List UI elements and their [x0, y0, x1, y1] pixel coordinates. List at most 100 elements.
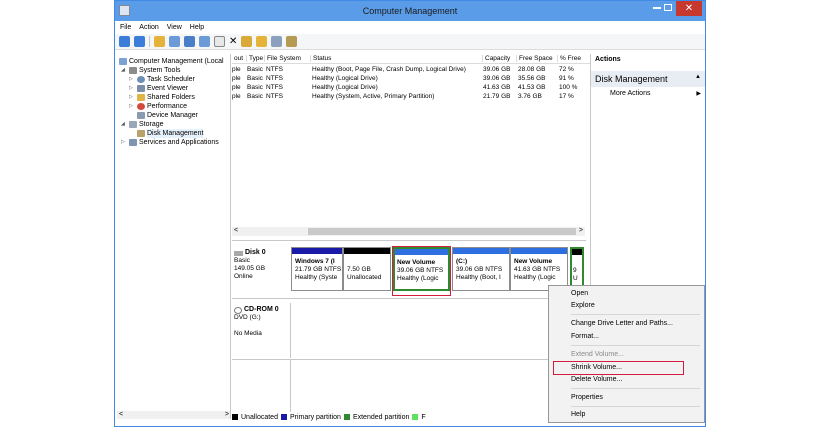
unallocated-bar — [572, 249, 582, 255]
tree-item-event-viewer[interactable]: ▷ Event Viewer — [129, 84, 188, 93]
menu-bar: File Action View Help — [115, 21, 705, 34]
collapsed-arrow-icon[interactable]: ▷ — [129, 84, 135, 93]
menu-file[interactable]: File — [120, 24, 131, 31]
legend-free-space-swatch — [412, 414, 419, 420]
close-button[interactable]: ✕ — [676, 1, 702, 16]
menu-separator — [571, 388, 700, 389]
tree-item-task-scheduler[interactable]: ▷ Task Scheduler — [129, 75, 195, 84]
collapsed-arrow-icon[interactable]: ▷ — [129, 93, 135, 102]
clock-icon — [137, 76, 145, 83]
toolbar-separator — [149, 36, 150, 47]
column-header-layout[interactable]: out — [232, 55, 243, 62]
menu-item-extend-volume[interactable]: Extend Volume... — [571, 349, 624, 360]
tree-item-device-manager[interactable]: Device Manager — [137, 111, 198, 120]
title-bar[interactable]: Computer Management ✕ — [115, 1, 705, 21]
performance-icon — [137, 103, 145, 110]
actions-section-disk-management[interactable]: Disk Management ▲ — [591, 71, 705, 87]
collapse-arrow-icon[interactable]: ▲ — [695, 74, 701, 84]
event-viewer-icon — [137, 85, 145, 92]
minimize-button[interactable] — [653, 7, 661, 9]
menu-item-properties[interactable]: Properties — [571, 392, 603, 403]
disk-properties-icon[interactable] — [286, 36, 298, 47]
cdrom0-label[interactable]: CD-ROM 0 DVD (G:) No Media — [234, 306, 290, 338]
scroll-left-arrow-icon[interactable]: < — [119, 411, 123, 418]
help-icon[interactable] — [184, 36, 195, 47]
check-icon[interactable] — [241, 36, 253, 47]
cdrom-icon — [234, 306, 242, 314]
logical-drive-bar — [511, 248, 567, 254]
expanded-arrow-icon[interactable]: ◢ — [121, 66, 127, 75]
partition-windows7[interactable]: Windows 7 (I 21.79 GB NTFS Healthy (Syste — [291, 247, 343, 291]
column-header-file-system[interactable]: File System — [264, 55, 301, 62]
tree-horizontal-scrollbar[interactable]: < > — [117, 411, 230, 419]
submenu-arrow-icon: ▶ — [696, 91, 701, 97]
tree-item-root[interactable]: Computer Management (Local — [119, 57, 224, 66]
toolbar: ✕ — [115, 34, 705, 50]
scroll-left-arrow-icon[interactable]: < — [234, 227, 238, 234]
column-header-free-space[interactable]: Free Space — [516, 55, 553, 62]
tree-item-services[interactable]: ▷ Services and Applications — [121, 138, 219, 147]
tree-item-performance[interactable]: ▷ Performance — [129, 102, 187, 111]
disk0-label[interactable]: Disk 0 Basic 149.05 GB Online — [234, 249, 290, 281]
column-header-status[interactable]: Status — [310, 55, 331, 62]
partition-unallocated[interactable]: 7.50 GB Unallocated — [343, 247, 391, 291]
disk-divider — [232, 298, 586, 299]
scrollbar-thumb[interactable] — [308, 228, 576, 235]
tree-item-storage[interactable]: ◢ Storage — [121, 120, 164, 129]
menu-item-delete-volume[interactable]: Delete Volume... — [571, 374, 622, 385]
column-header-type[interactable]: Type — [246, 55, 263, 62]
search-icon[interactable] — [271, 36, 283, 47]
legend-primary-swatch — [280, 414, 287, 420]
primary-partition-bar — [292, 248, 342, 254]
document-icon[interactable] — [214, 36, 225, 47]
menu-help[interactable]: Help — [190, 24, 204, 31]
storage-icon — [129, 121, 137, 128]
scroll-right-arrow-icon[interactable]: > — [225, 411, 229, 418]
computer-icon — [119, 58, 127, 65]
menu-item-format[interactable]: Format... — [571, 331, 599, 342]
back-arrow-icon[interactable] — [119, 36, 130, 47]
maximize-button[interactable] — [664, 4, 672, 11]
collapsed-arrow-icon[interactable]: ▷ — [129, 102, 135, 111]
expanded-arrow-icon[interactable]: ◢ — [121, 120, 127, 129]
shared-folder-icon — [137, 94, 145, 101]
disk-management-icon — [137, 130, 145, 137]
unallocated-bar — [344, 248, 390, 254]
menu-item-help[interactable]: Help — [571, 409, 585, 420]
properties-icon[interactable] — [199, 36, 210, 47]
actions-header: Actions — [595, 56, 621, 63]
column-header-capacity[interactable]: Capacity — [482, 55, 510, 62]
context-menu: Open Explore Change Drive Letter and Pat… — [548, 285, 705, 423]
disk-divider — [232, 359, 586, 360]
cdrom-divider — [290, 303, 291, 358]
column-divider — [290, 360, 291, 412]
collapsed-arrow-icon[interactable]: ▷ — [129, 75, 135, 84]
tree-item-shared-folders[interactable]: ▷ Shared Folders — [129, 93, 195, 102]
volume-list-horizontal-scrollbar[interactable]: < > — [232, 227, 585, 236]
menu-item-explore[interactable]: Explore — [571, 300, 595, 311]
tree-item-system-tools[interactable]: ◢ System Tools — [121, 66, 181, 75]
menu-item-open[interactable]: Open — [571, 288, 588, 299]
delete-icon[interactable]: ✕ — [229, 36, 237, 47]
show-hide-tree-icon[interactable] — [169, 36, 180, 47]
column-header-percent-free[interactable]: % Free — [557, 55, 581, 62]
menu-view[interactable]: View — [167, 24, 182, 31]
partition-c-drive[interactable]: (C:) 39.06 GB NTFS Healthy (Boot, I — [452, 247, 510, 291]
scroll-right-arrow-icon[interactable]: > — [579, 227, 583, 234]
computer-management-window: Computer Management ✕ File Action View H… — [114, 0, 706, 427]
up-folder-icon[interactable] — [154, 36, 165, 47]
collapsed-arrow-icon[interactable]: ▷ — [121, 138, 127, 147]
menu-item-change-drive-letter[interactable]: Change Drive Letter and Paths... — [571, 318, 673, 329]
window-title: Computer Management — [362, 6, 458, 16]
forward-arrow-icon[interactable] — [134, 36, 145, 47]
more-actions-item[interactable]: More Actions ▶ — [591, 87, 705, 97]
tree-item-disk-management[interactable]: Disk Management — [137, 129, 204, 138]
menu-separator — [571, 314, 700, 315]
open-folder-icon[interactable] — [256, 36, 268, 47]
logical-drive-bar — [453, 248, 509, 254]
menu-separator — [571, 345, 700, 346]
menu-action[interactable]: Action — [139, 24, 158, 31]
device-manager-icon — [137, 112, 145, 119]
menu-separator — [571, 406, 700, 407]
services-icon — [129, 139, 137, 146]
